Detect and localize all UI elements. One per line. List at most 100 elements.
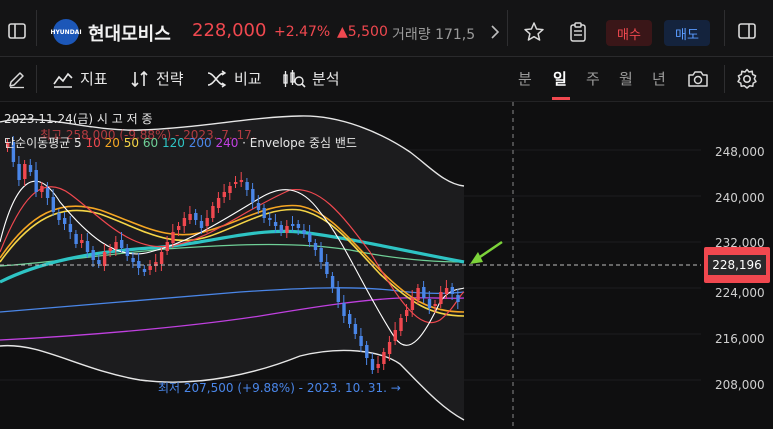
candle-body — [308, 233, 312, 242]
candle-body — [376, 364, 380, 368]
candle-body — [114, 242, 118, 249]
strategy-label: 전략 — [156, 70, 184, 88]
candle-body — [427, 299, 432, 308]
candle-body — [40, 186, 44, 192]
ma-period-120: 120 — [161, 136, 185, 150]
buy-button[interactable]: 매수 — [606, 20, 652, 46]
candle-body — [125, 248, 130, 256]
legend-date: 2023.11.24(금) 시 고 저 종 — [4, 112, 153, 126]
analysis-icon — [283, 69, 306, 88]
period-week[interactable]: 주 — [586, 68, 600, 89]
right-panel-toggle-icon[interactable] — [736, 20, 758, 42]
current-price-tag: 228,196 — [708, 255, 766, 275]
stock-price: 228,000 — [192, 20, 267, 41]
candle-body — [34, 170, 38, 192]
candle-body — [222, 192, 226, 197]
indicator-icon — [53, 72, 73, 88]
candle-body — [68, 224, 73, 232]
candle-body — [142, 269, 147, 272]
volume-text: 거래량 171,5 — [392, 27, 476, 43]
candle-body — [336, 287, 340, 302]
candle-body — [399, 318, 403, 331]
star-icon[interactable] — [522, 20, 546, 44]
moving-average-legend[interactable]: 단순이동평균 5 10 20 50 60 120 200 240 · Envel… — [4, 134, 357, 151]
indicator-tool[interactable]: 지표 — [52, 68, 108, 89]
candle-body — [251, 189, 255, 202]
candle-body — [450, 287, 454, 294]
candle-body — [211, 206, 215, 218]
candle-body — [45, 188, 50, 198]
low-annotation: 최저 207,500 (+9.88%) - 2023. 10. 31. → — [158, 381, 401, 395]
strategy-tool[interactable]: 전략 — [130, 68, 184, 89]
period-day[interactable]: 일 — [553, 68, 567, 89]
period-year[interactable]: 년 — [652, 68, 666, 89]
camera-icon[interactable] — [686, 68, 710, 90]
candle-body — [159, 252, 164, 264]
candle-body — [51, 197, 55, 212]
candle-body — [205, 218, 209, 226]
candle-body — [177, 226, 181, 230]
candle-body — [239, 180, 244, 182]
candle-body — [444, 288, 449, 294]
settings-gear-icon[interactable] — [735, 67, 759, 91]
sell-button[interactable]: 매도 — [664, 20, 710, 46]
compare-tool[interactable]: 비교 — [206, 68, 262, 89]
axis-tick: 216,000 — [715, 332, 765, 346]
candle-body — [262, 208, 266, 218]
candle-body — [234, 182, 238, 184]
candle-body — [74, 234, 78, 244]
stock-logo: HYUNDAI — [50, 19, 82, 45]
candle-body — [245, 182, 249, 190]
candle-body — [17, 164, 21, 180]
chevron-right-icon[interactable] — [488, 22, 502, 42]
sidebar-toggle-icon[interactable] — [6, 20, 28, 42]
ma-period-10: 10 — [85, 136, 101, 150]
clipboard-icon[interactable] — [566, 20, 590, 44]
candle-body — [296, 224, 301, 228]
candle-body — [319, 248, 323, 262]
candle-body — [165, 242, 169, 251]
ma-period-200: 200 — [188, 136, 212, 150]
period-month[interactable]: 월 — [619, 68, 633, 89]
candle-body — [422, 287, 426, 298]
candle-body — [80, 240, 84, 243]
candle-body — [102, 252, 107, 266]
candle-body — [148, 266, 152, 270]
axis-tick: 208,000 — [715, 378, 765, 392]
top-bar: HYUNDAI 현대모비스 228,000 +2.47% ▲5,500 거래량 … — [0, 0, 773, 57]
candle-body — [302, 230, 306, 234]
candle-body — [370, 359, 375, 370]
ma-period-60: 60 — [142, 136, 159, 150]
candle-body — [216, 198, 221, 208]
candle-body — [393, 330, 397, 341]
compare-label: 비교 — [234, 70, 262, 88]
candle-body — [348, 314, 352, 324]
axis-tick: 248,000 — [715, 145, 765, 159]
active-period-indicator — [552, 97, 570, 100]
candle-body — [410, 298, 415, 310]
candle-body — [63, 218, 67, 224]
indicator-label: 지표 — [80, 70, 108, 88]
candle-body — [97, 260, 101, 264]
pencil-icon[interactable] — [6, 68, 28, 90]
candle-body — [456, 295, 460, 302]
change-amount: ▲5,500 — [337, 24, 388, 40]
candle-body — [120, 240, 124, 248]
period-minute[interactable]: 분 — [518, 68, 532, 89]
candle-body — [188, 214, 192, 220]
candle-body — [279, 225, 283, 232]
candle-body — [342, 303, 346, 316]
analysis-tool[interactable]: 분석 — [282, 68, 340, 89]
stock-name[interactable]: 현대모비스 — [88, 20, 171, 46]
ma-period-50: 50 — [123, 136, 140, 150]
ma-period-20: 20 — [104, 136, 120, 150]
candle-body — [23, 164, 27, 179]
candle-body — [330, 276, 335, 288]
candle-body — [291, 224, 295, 226]
candle-body — [85, 241, 90, 252]
analysis-label: 분석 — [312, 70, 340, 88]
candle-body — [199, 221, 204, 228]
candle-body — [57, 213, 61, 220]
candle-body — [382, 352, 386, 364]
candle-body — [405, 310, 409, 316]
